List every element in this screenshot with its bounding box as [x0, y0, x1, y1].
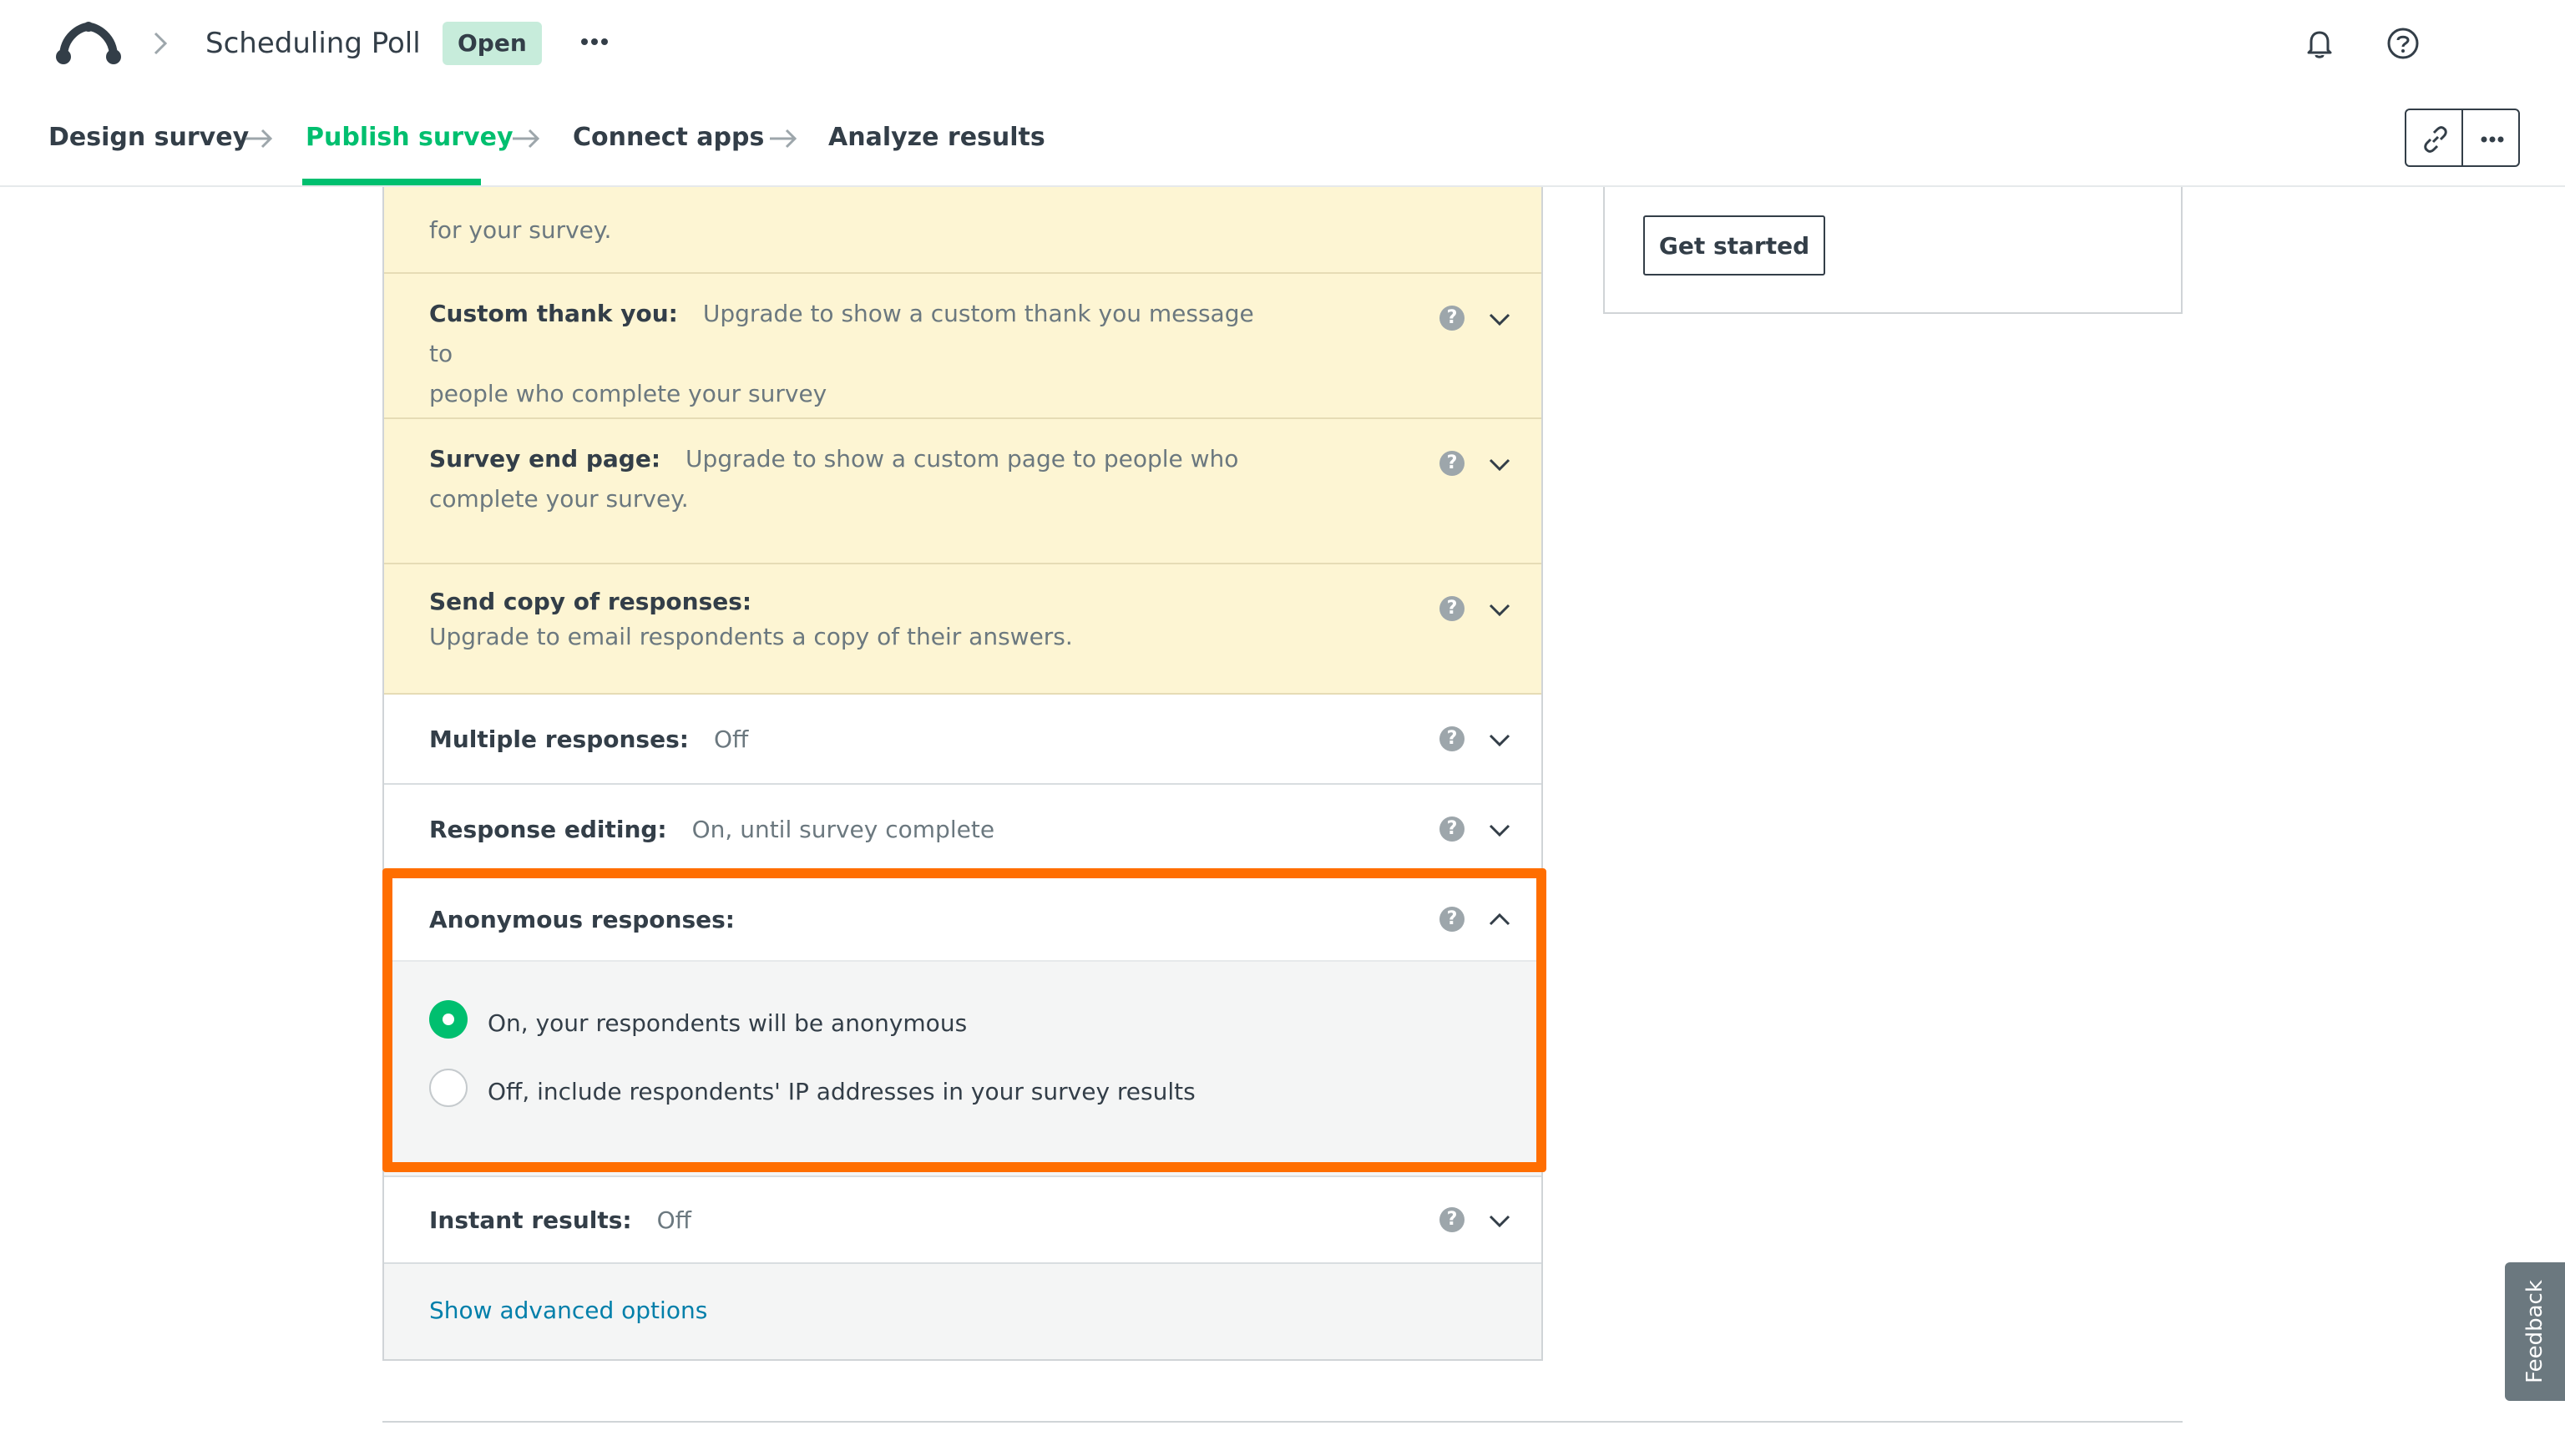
chevron-down-icon[interactable]	[1486, 306, 1513, 332]
show-advanced-options-link[interactable]: Show advanced options	[429, 1291, 707, 1331]
option-title: Response editing:	[429, 816, 667, 843]
option-value: On, until survey complete	[691, 816, 995, 843]
arrow-right-icon	[766, 124, 800, 154]
status-badge: Open	[443, 22, 542, 65]
option-value: Off	[656, 1206, 691, 1234]
tab-connect-apps[interactable]: Connect apps	[573, 119, 764, 157]
option-value: Off	[713, 725, 749, 753]
option-row-multiple-responses[interactable]: Multiple responses: Off ?	[384, 695, 1541, 785]
option-row-instant-results[interactable]: Instant results: Off ?	[384, 1177, 1541, 1264]
survey-steps-nav: Design survey Publish survey Connect app…	[0, 87, 2565, 187]
copy-link-button[interactable]	[2405, 109, 2463, 167]
arrow-right-icon	[242, 124, 276, 154]
chevron-down-icon[interactable]	[1486, 596, 1513, 623]
chevron-down-icon[interactable]	[1486, 726, 1513, 753]
chevron-down-icon[interactable]	[1486, 816, 1513, 843]
tab-analyze-results[interactable]: Analyze results	[828, 119, 1045, 157]
survey-title[interactable]: Scheduling Poll	[205, 23, 421, 63]
question-icon[interactable]: ?	[1439, 726, 1465, 751]
question-icon[interactable]: ?	[1439, 451, 1465, 476]
more-options-icon	[2481, 136, 2504, 143]
option-desc: Upgrade to email respondents a copy of t…	[429, 623, 1073, 650]
option-title: Instant results:	[429, 1206, 632, 1234]
top-bar: Scheduling Poll Open	[0, 0, 2565, 87]
highlight-box	[382, 868, 1546, 1172]
more-actions-button[interactable]	[2461, 109, 2520, 167]
option-desc: people who complete your survey	[429, 380, 827, 407]
sidebar-card: Get started	[1603, 187, 2183, 314]
option-desc: for your survey.	[429, 216, 612, 244]
question-icon[interactable]: ?	[1439, 596, 1465, 621]
option-desc: Upgrade to show a custom page to people …	[686, 445, 1239, 473]
surveymonkey-logo-icon[interactable]	[55, 20, 122, 67]
advanced-options-section: Show advanced options	[384, 1264, 1541, 1359]
feedback-label: Feedback	[2522, 1280, 2547, 1383]
option-row-custom-thank-you[interactable]: Custom thank you: Upgrade to show a custo…	[384, 274, 1541, 419]
tab-publish-survey[interactable]: Publish survey	[306, 119, 514, 157]
option-title: Multiple responses:	[429, 725, 689, 753]
option-row-send-copy[interactable]: Send copy of responses: Upgrade to email…	[384, 564, 1541, 695]
help-icon[interactable]	[2385, 25, 2421, 62]
question-icon[interactable]: ?	[1439, 1207, 1465, 1232]
option-row-recurrence[interactable]: for your survey.	[384, 187, 1541, 274]
survey-options-panel: for your survey. Custom thank you: Upgrad…	[382, 187, 1543, 1361]
question-icon[interactable]: ?	[1439, 816, 1465, 842]
tab-design-survey[interactable]: Design survey	[48, 119, 249, 157]
get-started-button[interactable]: Get started	[1643, 215, 1825, 276]
divider	[382, 1421, 2183, 1423]
option-title: Custom thank you:	[429, 300, 678, 327]
more-options-icon[interactable]	[576, 23, 613, 60]
active-tab-indicator	[302, 179, 481, 185]
option-title: Survey end page:	[429, 445, 661, 473]
feedback-tab[interactable]: Feedback	[2505, 1262, 2565, 1401]
arrow-right-icon	[509, 124, 543, 154]
link-icon	[2424, 126, 2447, 153]
question-icon[interactable]: ?	[1439, 306, 1465, 331]
chevron-right-icon	[150, 30, 170, 57]
bell-icon[interactable]	[2301, 25, 2338, 62]
chevron-down-icon[interactable]	[1486, 1207, 1513, 1234]
option-desc: complete your survey.	[429, 485, 689, 513]
option-title: Send copy of responses:	[429, 588, 752, 615]
chevron-down-icon[interactable]	[1486, 451, 1513, 478]
option-row-response-editing[interactable]: Response editing: On, until survey comple…	[384, 785, 1541, 875]
option-row-survey-end-page[interactable]: Survey end page: Upgrade to show a custom…	[384, 419, 1541, 564]
